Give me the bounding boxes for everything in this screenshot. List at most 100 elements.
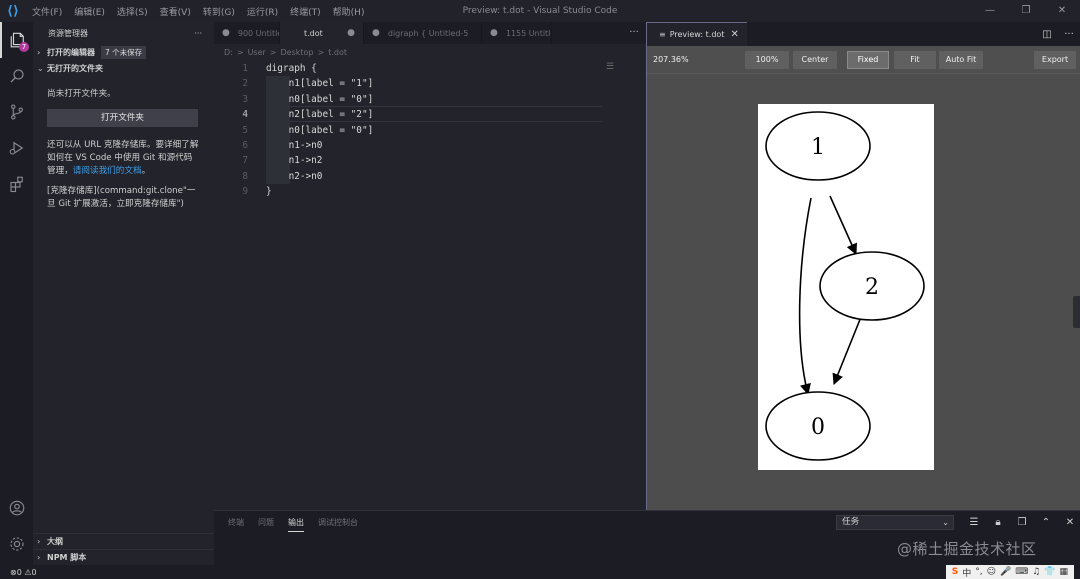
minimap-icon[interactable]: ☰ xyxy=(606,62,614,72)
code-line[interactable]: n0[label = "0"] xyxy=(266,92,374,107)
docs-link[interactable]: 请阅读我们的文档 xyxy=(73,166,142,176)
close-panel-icon[interactable]: ✕ xyxy=(1058,515,1080,530)
preview-tab[interactable]: ≡ Preview: t.dot ✕ xyxy=(647,22,747,46)
no-folder-section[interactable]: ⌄ 无打开的文件夹 xyxy=(33,60,214,76)
breadcrumb-item[interactable]: D: xyxy=(224,48,233,57)
dirty-dot-icon: ● xyxy=(490,28,498,38)
run-debug-icon[interactable] xyxy=(0,130,33,166)
editor-tab[interactable]: ● digraph { Untitled-5 xyxy=(364,22,482,44)
menu-go[interactable]: 转到(G) xyxy=(197,5,241,18)
dirty-dot-icon: ● xyxy=(347,28,355,38)
music-icon[interactable]: ♫ xyxy=(1032,567,1040,577)
breadcrumb-item[interactable]: User xyxy=(248,48,266,57)
menu-view[interactable]: 查看(V) xyxy=(154,5,197,18)
minimize-button[interactable]: — xyxy=(972,0,1008,22)
output-channel-select[interactable]: 任务 ⌄ xyxy=(836,515,954,530)
fixed-button[interactable]: Fixed xyxy=(847,51,889,69)
close-window-button[interactable]: ✕ xyxy=(1044,0,1080,22)
menu-selection[interactable]: 选择(S) xyxy=(111,5,154,18)
preview-tab-label: Preview: t.dot xyxy=(669,30,725,39)
graph-svg: 1 2 0 xyxy=(758,104,934,470)
preview-canvas[interactable]: 1 2 0 xyxy=(647,74,1080,510)
npm-scripts-section[interactable]: › NPM 脚本 xyxy=(33,549,214,565)
line-number: 6 xyxy=(242,140,248,151)
tab-problems[interactable]: 问题 xyxy=(258,517,274,532)
clear-output-icon[interactable]: ☰ xyxy=(962,515,986,530)
restore-button[interactable]: ❐ xyxy=(1008,0,1044,22)
export-button[interactable]: Export xyxy=(1034,51,1076,69)
code-line[interactable]: n0[label = "0"] xyxy=(266,123,374,138)
breadcrumb-file[interactable]: t.dot xyxy=(328,48,347,57)
problems-status[interactable]: ⊗0 ⚠0 xyxy=(10,568,37,577)
microphone-icon[interactable]: 🎤 xyxy=(1000,567,1011,577)
zoom-100-button[interactable]: 100% xyxy=(745,51,789,69)
scrollbar-handle[interactable] xyxy=(1073,296,1080,328)
breadcrumb-separator: > xyxy=(236,47,244,57)
code-editor[interactable]: 1 digraph { 2 n1[label = "1"] 3 n0[label … xyxy=(214,60,646,510)
tab-output[interactable]: 输出 xyxy=(288,517,304,532)
more-actions-icon[interactable]: ··· xyxy=(1058,29,1080,40)
editor-tab-active[interactable]: t.dot ● xyxy=(280,22,364,44)
close-icon[interactable]: ✕ xyxy=(730,29,738,40)
explorer-icon[interactable]: 7 xyxy=(0,22,33,58)
code-line[interactable]: n2->n0 xyxy=(266,169,323,184)
tab-debug-console[interactable]: 调试控制台 xyxy=(318,517,358,532)
settings-gear-icon[interactable] xyxy=(0,526,33,562)
node-label: 0 xyxy=(811,415,825,440)
output-channel-value: 任务 xyxy=(842,517,860,527)
tab-terminal[interactable]: 终端 xyxy=(228,517,244,532)
editor-tab[interactable]: ● 1155 Untitled xyxy=(482,22,552,44)
toolbox-icon[interactable]: ▦ xyxy=(1059,567,1068,577)
code-line[interactable]: n2[label = "2"] xyxy=(266,107,374,122)
lock-scroll-icon[interactable]: 🔒︎ xyxy=(986,515,1010,530)
tab-more-icon[interactable]: ··· xyxy=(622,22,646,44)
account-icon[interactable] xyxy=(0,490,33,526)
watermark: @稀土掘金技术社区 xyxy=(897,540,1037,558)
outline-label: 大纲 xyxy=(47,537,63,546)
line-number: 1 xyxy=(242,63,248,74)
breadcrumb-separator: > xyxy=(269,47,277,57)
breadcrumb-item[interactable]: Desktop xyxy=(281,48,314,57)
code-line[interactable]: n1->n0 xyxy=(266,138,323,153)
clone-repo-text[interactable]: [克隆存储库](command:git.clone"一旦 Git 扩展激活，立即… xyxy=(47,185,200,211)
search-icon[interactable] xyxy=(0,58,33,94)
open-in-editor-icon[interactable]: ❐ xyxy=(1010,515,1034,530)
source-control-icon[interactable] xyxy=(0,94,33,130)
punctuation-icon[interactable]: °, xyxy=(975,567,982,577)
clone-help-text-end: 。 xyxy=(141,166,151,176)
extensions-icon[interactable] xyxy=(0,166,33,202)
fit-button[interactable]: Fit xyxy=(894,51,936,69)
open-editors-label: 打开的编辑器 xyxy=(47,47,95,57)
code-line[interactable]: digraph { xyxy=(266,61,317,76)
line-number: 7 xyxy=(242,155,248,167)
menu-terminal[interactable]: 终端(T) xyxy=(284,5,327,18)
menu-edit[interactable]: 编辑(E) xyxy=(68,5,111,18)
ime-chinese-icon[interactable]: 中 xyxy=(962,566,971,579)
line-number: 3 xyxy=(242,93,248,105)
code-line[interactable]: n1->n2 xyxy=(266,153,323,168)
chevron-down-icon: ⌄ xyxy=(942,518,949,527)
menu-run[interactable]: 运行(R) xyxy=(241,5,284,18)
keyboard-icon[interactable]: ⌨ xyxy=(1015,567,1028,577)
emoji-icon[interactable]: ☺ xyxy=(987,567,996,577)
open-folder-button[interactable]: 打开文件夹 xyxy=(47,109,198,127)
open-editors-section[interactable]: › 打开的编辑器 7 个未保存 xyxy=(33,44,214,60)
status-bar: ⊗0 ⚠0 S 中 °, ☺ 🎤 ⌨ ♫ 👕 ▦ xyxy=(0,565,1080,579)
explorer-sidebar: 资源管理器 ··· › 打开的编辑器 7 个未保存 ⌄ 无打开的文件夹 尚未打开… xyxy=(33,22,214,565)
auto-fit-button[interactable]: Auto Fit xyxy=(939,51,983,69)
line-number-current: 4 xyxy=(242,109,248,121)
sidebar-more-icon[interactable]: ··· xyxy=(194,29,202,38)
editor-tab[interactable]: ● 900 Untitled-1 xyxy=(214,22,280,44)
outline-section[interactable]: › 大纲 xyxy=(33,533,214,549)
unsaved-badge: 7 个未保存 xyxy=(101,45,147,59)
split-editor-icon[interactable]: ◫ xyxy=(1036,29,1058,40)
code-line[interactable]: n1[label = "1"] xyxy=(266,76,374,91)
menu-help[interactable]: 帮助(H) xyxy=(327,5,371,18)
maximize-panel-icon[interactable]: ⌃ xyxy=(1034,515,1058,530)
clone-help-text: 还可以从 URL 克隆存储库。要详细了解如何在 VS Code 中使用 Git … xyxy=(47,139,200,178)
skin-icon[interactable]: 👕 xyxy=(1044,567,1055,577)
code-line[interactable]: } xyxy=(266,184,272,199)
input-method-icon[interactable]: S xyxy=(952,567,958,577)
center-button[interactable]: Center xyxy=(793,51,837,69)
menu-file[interactable]: 文件(F) xyxy=(26,5,68,18)
